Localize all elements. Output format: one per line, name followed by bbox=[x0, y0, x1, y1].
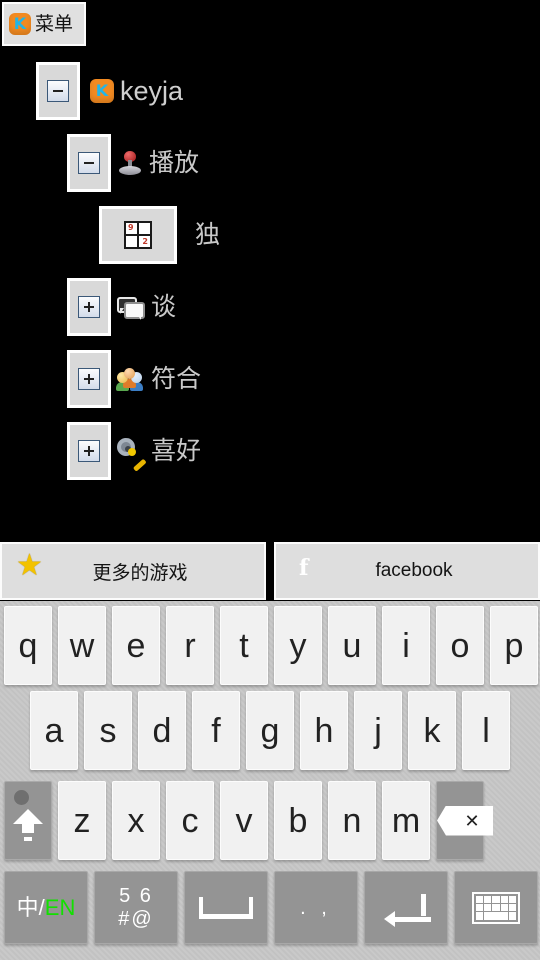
key-symbols[interactable]: 5 6 #@ bbox=[94, 871, 178, 944]
key-o[interactable]: o bbox=[436, 606, 484, 685]
keyboard-row-3: z x c v b n m ✕ bbox=[0, 781, 540, 860]
people-group-icon bbox=[116, 367, 145, 391]
tree-item-label: 符合 bbox=[151, 364, 202, 393]
menu-button-label: 菜单 bbox=[35, 13, 74, 35]
punctuation-label: . , bbox=[300, 896, 332, 919]
expander-chat[interactable] bbox=[67, 278, 111, 336]
keyboard-icon bbox=[472, 891, 520, 924]
key-f[interactable]: f bbox=[192, 691, 240, 770]
shift-arrow-icon bbox=[13, 805, 43, 845]
key-shift[interactable] bbox=[4, 781, 52, 860]
key-r[interactable]: r bbox=[166, 606, 214, 685]
tree-view: K keyja 播放 92 独 谈 符合 喜好 bbox=[0, 55, 540, 487]
key-p[interactable]: p bbox=[490, 606, 538, 685]
shift-state-dot bbox=[14, 790, 29, 805]
key-b[interactable]: b bbox=[274, 781, 322, 860]
key-g[interactable]: g bbox=[246, 691, 294, 770]
expander-preferences[interactable] bbox=[67, 422, 111, 480]
key-z[interactable]: z bbox=[58, 781, 106, 860]
expander-match[interactable] bbox=[67, 350, 111, 408]
key-x[interactable]: x bbox=[112, 781, 160, 860]
tree-item-label: 独 bbox=[195, 220, 221, 249]
key-hide-keyboard[interactable] bbox=[454, 871, 538, 944]
plus-icon bbox=[78, 440, 100, 462]
app-root: K 菜单 K keyja 播放 9 2 独 谈 符合 喜好 ★ 更多的游戏 fa… bbox=[0, 0, 540, 960]
space-bar-icon bbox=[199, 896, 253, 919]
key-v[interactable]: v bbox=[220, 781, 268, 860]
joystick-icon bbox=[117, 150, 143, 176]
key-e[interactable]: e bbox=[112, 606, 160, 685]
keyboard-row-2: a s d f g h j k l bbox=[0, 691, 540, 770]
key-w[interactable]: w bbox=[58, 606, 106, 685]
keyboard-row-4: 中/EN 5 6 #@ . , bbox=[0, 871, 540, 944]
minus-icon bbox=[78, 152, 100, 174]
plus-icon bbox=[78, 368, 100, 390]
tree-item-label: 播放 bbox=[149, 148, 200, 177]
soft-keyboard: q w e r t y u i o p a s d f g h j k l z … bbox=[0, 601, 540, 960]
banner-bar: 更多的游戏 facebook bbox=[0, 542, 540, 600]
key-n[interactable]: n bbox=[328, 781, 376, 860]
key-enter[interactable] bbox=[364, 871, 448, 944]
key-s[interactable]: s bbox=[84, 691, 132, 770]
star-icon bbox=[16, 551, 46, 586]
tree-item-keyja[interactable]: K keyja bbox=[0, 55, 540, 127]
key-u[interactable]: u bbox=[328, 606, 376, 685]
language-toggle-label: 中/EN bbox=[16, 894, 76, 920]
tree-item-label: keyja bbox=[120, 75, 184, 106]
plus-icon bbox=[78, 296, 100, 318]
k-letter: K bbox=[13, 14, 27, 33]
key-punctuation[interactable]: . , bbox=[274, 871, 358, 944]
key-h[interactable]: h bbox=[300, 691, 348, 770]
tree-item-sudoku[interactable]: 92 独 bbox=[0, 199, 540, 271]
key-l[interactable]: l bbox=[462, 691, 510, 770]
backspace-icon: ✕ bbox=[437, 805, 493, 836]
key-q[interactable]: q bbox=[4, 606, 52, 685]
symbols-label: 5 6 #@ bbox=[118, 884, 154, 930]
key-m[interactable]: m bbox=[382, 781, 430, 860]
key-i[interactable]: i bbox=[382, 606, 430, 685]
tree-item-match[interactable]: 符合 bbox=[0, 343, 540, 415]
key-j[interactable]: j bbox=[354, 691, 402, 770]
tree-item-label: 谈 bbox=[151, 292, 177, 321]
menu-button[interactable]: K 菜单 bbox=[2, 2, 86, 46]
facebook-button[interactable]: facebook bbox=[274, 542, 540, 600]
key-backspace[interactable]: ✕ bbox=[436, 781, 493, 860]
expander-play[interactable] bbox=[67, 134, 111, 192]
sudoku-grid-icon: 92 bbox=[124, 221, 152, 249]
key-c[interactable]: c bbox=[166, 781, 214, 860]
sudoku-item-box[interactable]: 92 bbox=[99, 206, 177, 264]
key-d[interactable]: d bbox=[138, 691, 186, 770]
tree-item-preferences[interactable]: 喜好 bbox=[0, 415, 540, 487]
tree-item-label: 喜好 bbox=[151, 436, 202, 465]
key-language-toggle[interactable]: 中/EN bbox=[4, 871, 88, 944]
tree-item-play[interactable]: 播放 bbox=[0, 127, 540, 199]
keyja-k-icon: K bbox=[90, 79, 114, 103]
more-games-button[interactable]: 更多的游戏 bbox=[0, 542, 266, 600]
gear-wrench-icon bbox=[117, 438, 147, 472]
keyja-k-icon: K bbox=[9, 13, 31, 35]
facebook-label: facebook bbox=[375, 560, 453, 581]
expander-keyja[interactable] bbox=[36, 62, 80, 120]
key-t[interactable]: t bbox=[220, 606, 268, 685]
key-y[interactable]: y bbox=[274, 606, 322, 685]
more-games-label: 更多的游戏 bbox=[92, 562, 188, 584]
tree-item-chat[interactable]: 谈 bbox=[0, 271, 540, 343]
minus-icon bbox=[47, 80, 69, 102]
keyboard-row-1: q w e r t y u i o p bbox=[0, 606, 540, 685]
key-k[interactable]: k bbox=[408, 691, 456, 770]
enter-arrow-icon bbox=[384, 893, 431, 927]
key-a[interactable]: a bbox=[30, 691, 78, 770]
chat-bubbles-icon bbox=[117, 295, 145, 320]
facebook-icon-wrap bbox=[290, 556, 320, 586]
key-space[interactable] bbox=[184, 871, 268, 944]
